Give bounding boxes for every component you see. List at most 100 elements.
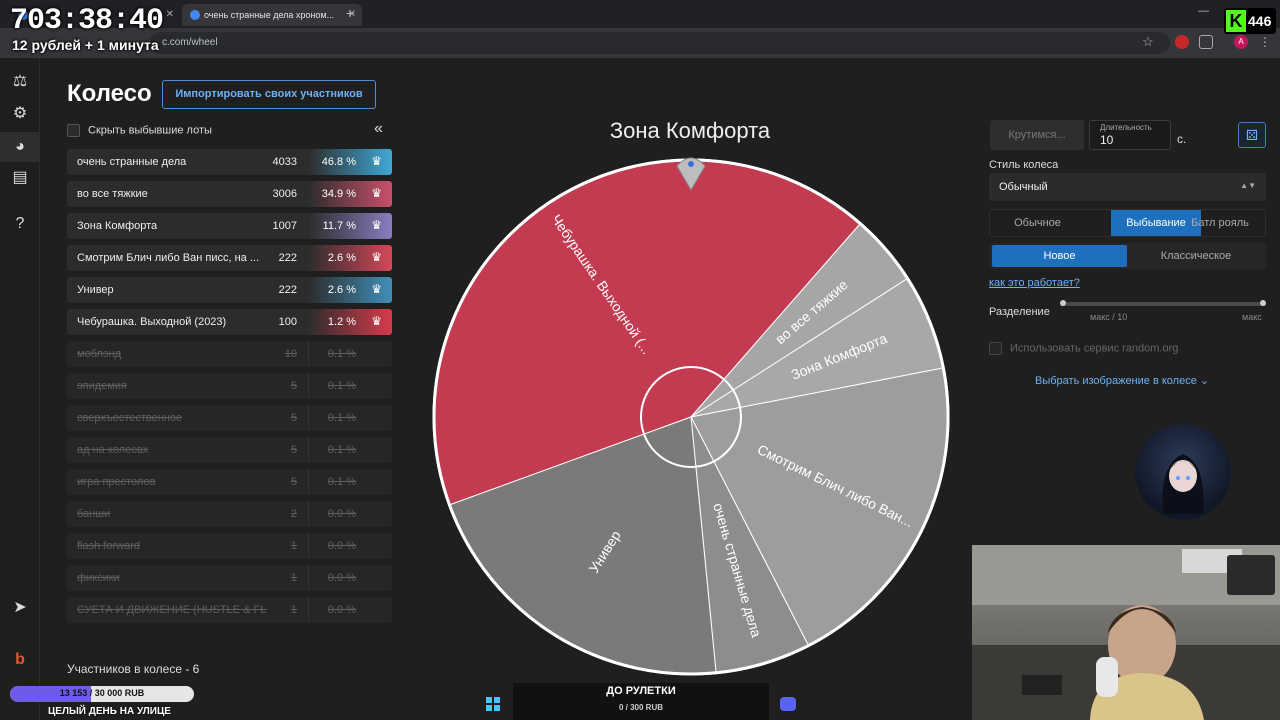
lot-row[interactable]: фиксики 1 0.0 % [67,565,392,591]
random-org-toggle[interactable]: Использовать сервис random.org [989,342,1178,355]
lot-action-icon[interactable]: ♛ [371,282,382,296]
viewer-count: 446 [1248,13,1272,29]
lot-row[interactable]: очень странные дела 4033 46.8 % ♛ [67,149,392,175]
dice-icon[interactable]: ⚄ [1238,122,1266,148]
lot-percent: 0.1 % [327,380,356,392]
chevron-down-icon: ⌄ [1199,375,1210,387]
duration-label: Длительность [1100,123,1152,132]
profile-avatar[interactable]: A [1234,35,1248,49]
submode-classic[interactable]: Классическое [1129,245,1263,267]
mode-normal[interactable]: Обычное [990,210,1085,236]
lot-percent: 0.1 % [327,444,356,456]
url-input[interactable]: c.com/wheel [150,32,1170,54]
split-slider[interactable] [1060,300,1266,306]
lot-action-icon[interactable]: ♛ [371,314,382,328]
submode-new[interactable]: Новое [992,245,1127,267]
lot-name: ад на колесах [77,444,149,456]
close-tab-icon[interactable]: ✕ [166,9,174,20]
slider-handle-max[interactable] [1260,300,1266,306]
telegram-icon[interactable]: ➤ [10,598,30,618]
lot-percent-cell: 0.1 % [308,341,392,367]
lot-amount: 2 [290,508,297,520]
new-tab-icon[interactable]: + [346,5,354,21]
random-org-label: Использовать сервис random.org [1010,342,1179,355]
clipboard-icon[interactable]: ▤ [10,168,30,188]
hide-dropped-toggle[interactable]: Скрыть выбывшие лоты [67,124,212,137]
wheel-style-value: Обычный [999,181,1048,193]
lot-amount: 1 [290,604,297,616]
lot-row[interactable]: Универ 222 2.6 % ♛ [67,277,392,303]
lot-name: эпидемия [77,380,127,392]
lot-row[interactable]: банши 2 0.0 % [67,501,392,527]
duration-input[interactable]: 10 [1100,133,1113,147]
lot-row[interactable]: Чебурашка. Выходной (2023) 100 1.2 % ♛ [67,309,392,335]
lot-row[interactable]: сверхъестественное 5 0.1 % [67,405,392,431]
lot-amount: 100 [278,316,297,328]
minimize-icon[interactable]: — [1198,5,1209,17]
duration-field[interactable]: Длительность 10 [1089,120,1171,150]
lot-percent-cell: 0.0 % [308,533,392,559]
lot-name: банши [77,508,111,520]
discord-icon[interactable] [780,697,796,711]
lot-row[interactable]: Смотрим Блич либо Ван писс, на ... 222 2.6… [67,245,392,271]
lot-amount: 4033 [272,156,297,168]
how-it-works-link[interactable]: как это работает? [989,277,1080,289]
spin-button[interactable]: Крутимся... [990,120,1084,150]
lot-row[interactable]: моблэнд 10 0.1 % [67,341,392,367]
extensions-puzzle-icon[interactable] [1199,35,1213,49]
lot-percent: 0.1 % [327,348,356,360]
lot-row[interactable]: flash forward 1 0.0 % [67,533,392,559]
select-arrows-icon: ▲▼ [1240,181,1256,190]
slider-handle-min[interactable] [1060,300,1066,306]
lot-amount: 1 [290,540,297,552]
lot-percent-cell: 0.1 % [308,405,392,431]
bookmark-star-icon[interactable]: ☆ [1142,34,1154,50]
lot-row[interactable]: игра престолов 5 0.1 % [67,469,392,495]
checkbox[interactable] [67,124,80,137]
extension-icon[interactable] [1175,35,1189,49]
lot-amount: 1 [290,572,297,584]
lot-name: фиксики [77,572,120,584]
lot-name: Смотрим Блич либо Ван писс, на ... [77,252,259,264]
wheel-style-label: Стиль колеса [989,159,1059,171]
windows-start-icon[interactable] [486,697,500,711]
gear-icon[interactable]: ⚙ [10,104,30,124]
import-participants-button[interactable]: Импортировать своих участников [162,80,376,109]
lot-action-icon[interactable]: ♛ [371,218,382,232]
choose-image-button[interactable]: Выбрать изображение в колесе ⌄ [1035,374,1209,387]
lot-row[interactable]: СУЕТА И ДВИЖЕНИЕ (HUSTLE & FLO... 1 0.0 % [67,597,392,623]
lot-action-icon[interactable]: ♛ [371,250,382,264]
split-min-label: макс / 10 [1090,312,1128,322]
lot-row[interactable]: ад на колесах 5 0.1 % [67,437,392,463]
viewer-counter: K 446 [1224,8,1276,34]
mode-battle-royale[interactable]: Батл рояль [1175,210,1265,236]
lot-row[interactable]: во все тяжкие 3006 34.9 % ♛ [67,181,392,207]
lot-percent: 46.8 % [321,156,356,168]
wheel-nav-icon[interactable]: ◕ [0,132,40,162]
lot-percent-cell: 1.2 % ♛ [308,309,392,335]
lot-percent-cell: 2.6 % ♛ [308,277,392,303]
lot-percent: 0.0 % [327,572,356,584]
roulette-title: ДО РУЛЕТКИ [606,685,676,697]
wheel[interactable]: Чебурашка. Выходной (... во все тяжкиеЗон… [430,156,952,678]
lot-action-icon[interactable]: ♛ [371,186,382,200]
help-icon[interactable]: ? [10,214,30,234]
vtuber-avatar [1135,424,1231,520]
tab-title: очень странные дела хроном... [204,10,335,20]
stream-timer: 703:38:40 [10,4,164,38]
lot-percent-cell: 34.9 % ♛ [308,181,392,207]
collapse-chevrons-icon[interactable]: « [374,120,383,138]
gavel-icon[interactable]: ⚖ [10,72,30,92]
checkbox[interactable] [989,342,1002,355]
menu-dots-icon[interactable]: ⋮ [1258,35,1272,49]
brand-logo-icon[interactable]: b [10,650,30,670]
lot-percent-cell: 0.1 % [308,373,392,399]
wheel-style-select[interactable]: Обычный ▲▼ [989,173,1266,201]
submode-switch: Новое Классическое [989,243,1266,269]
lot-row[interactable]: Зона Комфорта 1007 11.7 % ♛ [67,213,392,239]
browser-tab-active[interactable]: очень странные дела хроном... ✕ [182,4,362,26]
lot-action-icon[interactable]: ♛ [371,154,382,168]
lot-percent-cell: 46.8 % ♛ [308,149,392,175]
lot-row[interactable]: эпидемия 5 0.1 % [67,373,392,399]
donation-goal-title: ЦЕЛЫЙ ДЕНЬ НА УЛИЦЕ [48,706,171,717]
